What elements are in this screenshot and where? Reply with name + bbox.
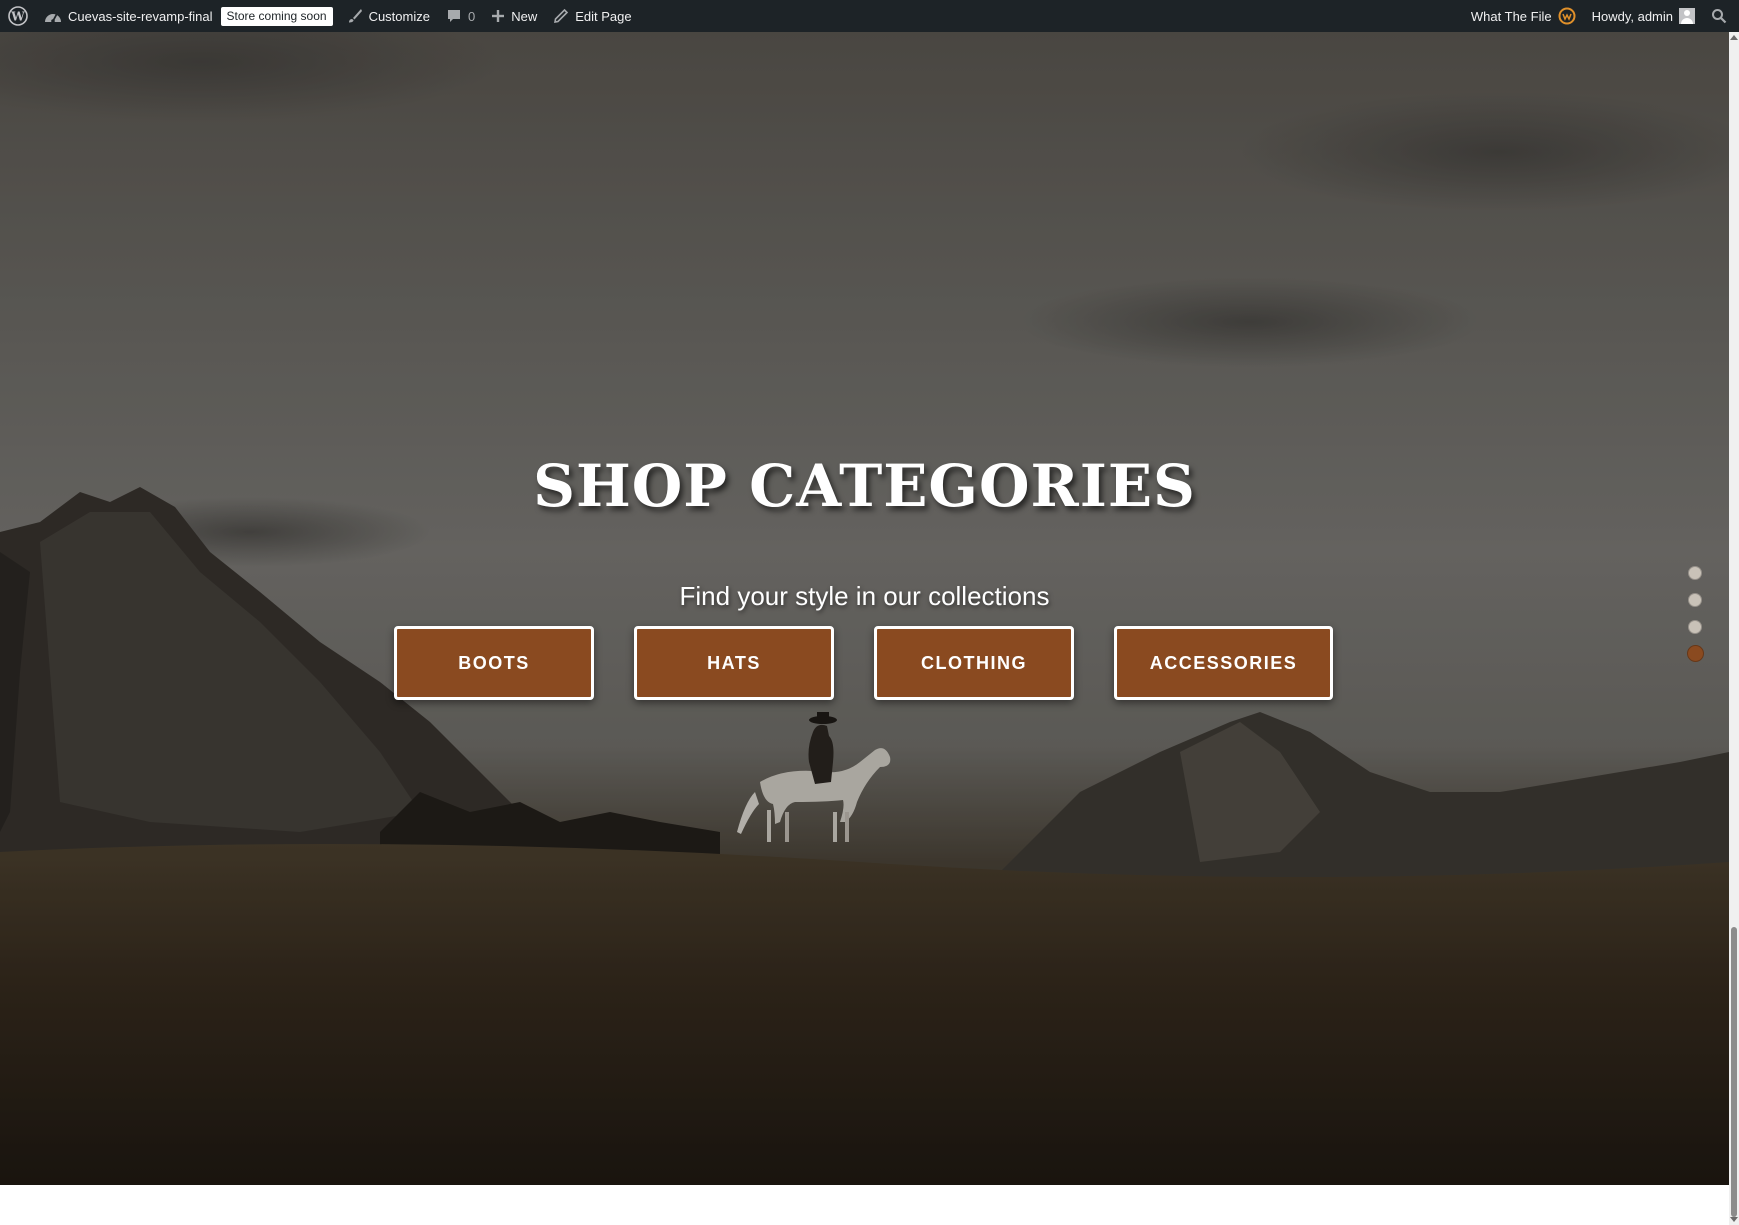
new-content-menu[interactable]: New [483,0,545,32]
store-badge-label: Store coming soon [220,6,333,26]
plus-icon [491,9,505,23]
wtf-plugin-icon [1558,7,1576,25]
admin-bar: W Cuevas-site-revamp-final Store coming … [0,0,1739,32]
store-coming-soon-badge[interactable]: Store coming soon [220,0,339,32]
comment-icon [446,8,462,24]
admin-search-button[interactable] [1703,0,1739,32]
site-name-menu[interactable]: Cuevas-site-revamp-final [36,0,221,32]
greeting-label: Howdy, admin [1591,8,1673,24]
hats-category-button[interactable]: HATS [634,626,834,700]
hero-subtitle: Find your style in our collections [679,581,1050,611]
new-label: New [511,8,538,24]
edit-page-label: Edit Page [575,8,632,24]
boots-category-button[interactable]: BOOTS [394,626,594,700]
my-account-menu[interactable]: Howdy, admin [1584,0,1703,32]
avatar-icon [1679,8,1695,24]
scroll-down-arrow-icon[interactable] [1730,1217,1738,1222]
scrollbar-thumb[interactable] [1731,927,1737,1217]
wordpress-logo-button[interactable]: W [0,0,36,32]
scroll-up-arrow-icon[interactable] [1730,35,1738,40]
wordpress-logo-icon: W [8,6,28,26]
dashboard-icon [44,8,62,24]
section-nav-dot-2[interactable] [1688,593,1702,607]
section-nav-dot-1[interactable] [1688,566,1702,580]
customize-link[interactable]: Customize [339,0,438,32]
paintbrush-icon [347,8,363,24]
plugin-label: What The File [1470,8,1552,24]
page-scrollbar[interactable] [1729,32,1739,1225]
pencil-icon [553,8,569,24]
shop-categories-hero: SHOP CATEGORIES Find your style in our c… [0,32,1729,1185]
site-name-label: Cuevas-site-revamp-final [68,8,213,24]
section-nav-dot-4-active[interactable] [1687,645,1704,662]
clothing-category-button[interactable]: CLOTHING [874,626,1074,700]
comments-link[interactable]: 0 [438,0,483,32]
accessories-category-button[interactable]: ACCESSORIES [1114,626,1333,700]
section-nav-dot-3[interactable] [1688,620,1702,634]
search-icon [1711,8,1727,24]
comments-count: 0 [467,8,476,24]
svg-text:W: W [10,10,25,24]
customize-label: Customize [368,8,430,24]
what-the-file-menu[interactable]: What The File [1463,0,1584,32]
hero-title: SHOP CATEGORIES [533,452,1196,520]
edit-page-link[interactable]: Edit Page [545,0,639,32]
